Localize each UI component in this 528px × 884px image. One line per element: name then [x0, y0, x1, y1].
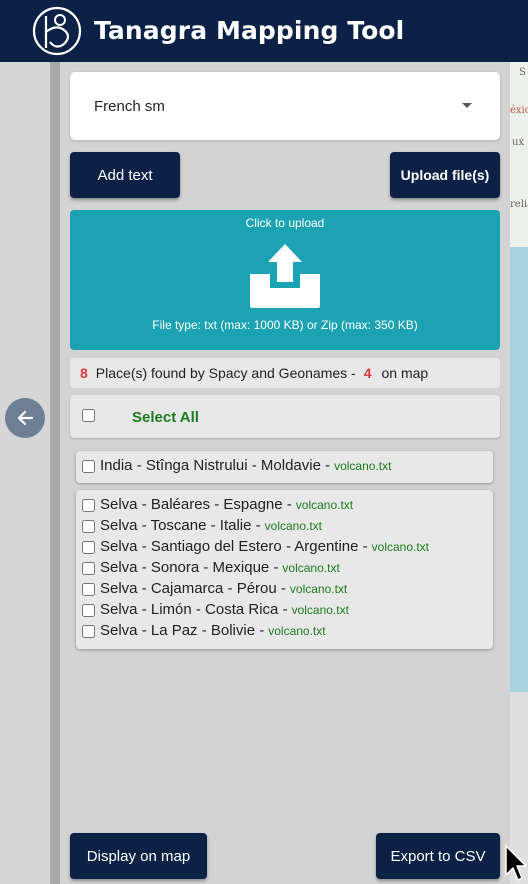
tanagra-logo-icon[interactable]	[32, 6, 82, 56]
place-name: Selva - Limón - Costa Rica -	[100, 601, 288, 618]
list-item: Selva - Baléares - Espagne - volcano.txt	[76, 496, 493, 517]
place-checkbox[interactable]	[82, 583, 95, 596]
place-name: Selva - Sonora - Mexique -	[100, 559, 279, 576]
list-item: India - Stînga Nistrului - Moldavie - vol…	[76, 457, 493, 478]
place-name: Selva - Toscane - Italie -	[100, 517, 261, 534]
mouse-cursor-icon	[505, 845, 527, 881]
place-checkbox[interactable]	[82, 541, 95, 554]
upload-files-button[interactable]: Upload file(s)	[390, 152, 500, 198]
map-label: éxic	[510, 105, 528, 116]
upload-icon	[250, 244, 320, 308]
language-model-value: French sm	[94, 98, 165, 115]
place-source-file: volcano.txt	[291, 603, 349, 617]
map-label: ux	[512, 137, 525, 148]
map-label: S	[519, 67, 526, 78]
map-ocean	[510, 247, 528, 692]
place-checkbox[interactable]	[82, 562, 95, 575]
select-all-label[interactable]: Select All	[132, 409, 199, 426]
place-name: India - Stînga Nistrului - Moldavie -	[100, 457, 331, 474]
list-item: Selva - Cajamarca - Pérou - volcano.txt	[76, 580, 493, 601]
upload-hint: Click to upload	[245, 216, 325, 230]
place-name: Selva - Cajamarca - Pérou -	[100, 580, 286, 597]
place-checkbox[interactable]	[82, 625, 95, 638]
app-title: Tanagra Mapping Tool	[94, 16, 405, 45]
place-name: Selva - La Paz - Bolivie -	[100, 622, 265, 639]
place-checkbox[interactable]	[82, 499, 95, 512]
upload-file-types: File type: txt (max: 1000 KB) or Zip (ma…	[152, 318, 418, 332]
place-name: Selva - Baléares - Espagne -	[100, 496, 292, 513]
app-header: Tanagra Mapping Tool	[0, 0, 528, 62]
list-item: Selva - Toscane - Italie - volcano.txt	[76, 517, 493, 538]
places-on-map-count: 4	[363, 365, 372, 381]
place-source-file: volcano.txt	[268, 624, 326, 638]
places-found-text: Place(s) found by Spacy and Geonames -	[95, 365, 356, 381]
map-label: relia	[510, 199, 528, 210]
list-item: Selva - Santiago del Estero - Argentine …	[76, 538, 493, 559]
list-item: Selva - La Paz - Bolivie - volcano.txt	[76, 622, 493, 643]
place-name: Selva - Santiago del Estero - Argentine …	[100, 538, 368, 555]
place-group: Selva - Baléares - Espagne - volcano.txt …	[76, 490, 493, 649]
list-item: Selva - Limón - Costa Rica - volcano.txt	[76, 601, 493, 622]
add-text-button[interactable]: Add text	[70, 152, 180, 198]
place-checkbox[interactable]	[82, 460, 95, 473]
collapse-panel-button[interactable]	[5, 398, 45, 438]
place-source-file: volcano.txt	[289, 582, 348, 596]
places-found-summary: 8 Place(s) found by Spacy and Geonames -…	[70, 358, 500, 388]
place-source-file: volcano.txt	[282, 561, 340, 575]
language-model-select[interactable]: French sm	[70, 72, 500, 140]
export-csv-button[interactable]: Export to CSV	[376, 833, 500, 879]
places-on-map-text: on map	[381, 365, 429, 381]
places-found-count: 8	[80, 365, 88, 381]
select-all-checkbox[interactable]	[82, 409, 95, 422]
panel-divider[interactable]	[50, 62, 60, 884]
left-sidebar-strip	[0, 62, 50, 884]
select-all-row: Select All	[70, 395, 500, 438]
place-source-file: volcano.txt	[264, 519, 323, 533]
map-view[interactable]: S éxic ux relia	[510, 62, 528, 884]
place-checkbox[interactable]	[82, 604, 95, 617]
list-item: Selva - Sonora - Mexique - volcano.txt	[76, 559, 493, 580]
place-group: India - Stînga Nistrului - Moldavie - vol…	[76, 451, 493, 483]
arrow-left-icon	[17, 410, 34, 426]
place-source-file: volcano.txt	[334, 459, 392, 473]
place-source-file: volcano.txt	[295, 498, 354, 512]
display-on-map-button[interactable]: Display on map	[70, 833, 207, 879]
caret-down-icon	[462, 103, 472, 108]
place-source-file: volcano.txt	[371, 540, 430, 554]
upload-dropzone[interactable]: Click to upload File type: txt (max: 100…	[70, 210, 500, 350]
place-checkbox[interactable]	[82, 520, 95, 533]
